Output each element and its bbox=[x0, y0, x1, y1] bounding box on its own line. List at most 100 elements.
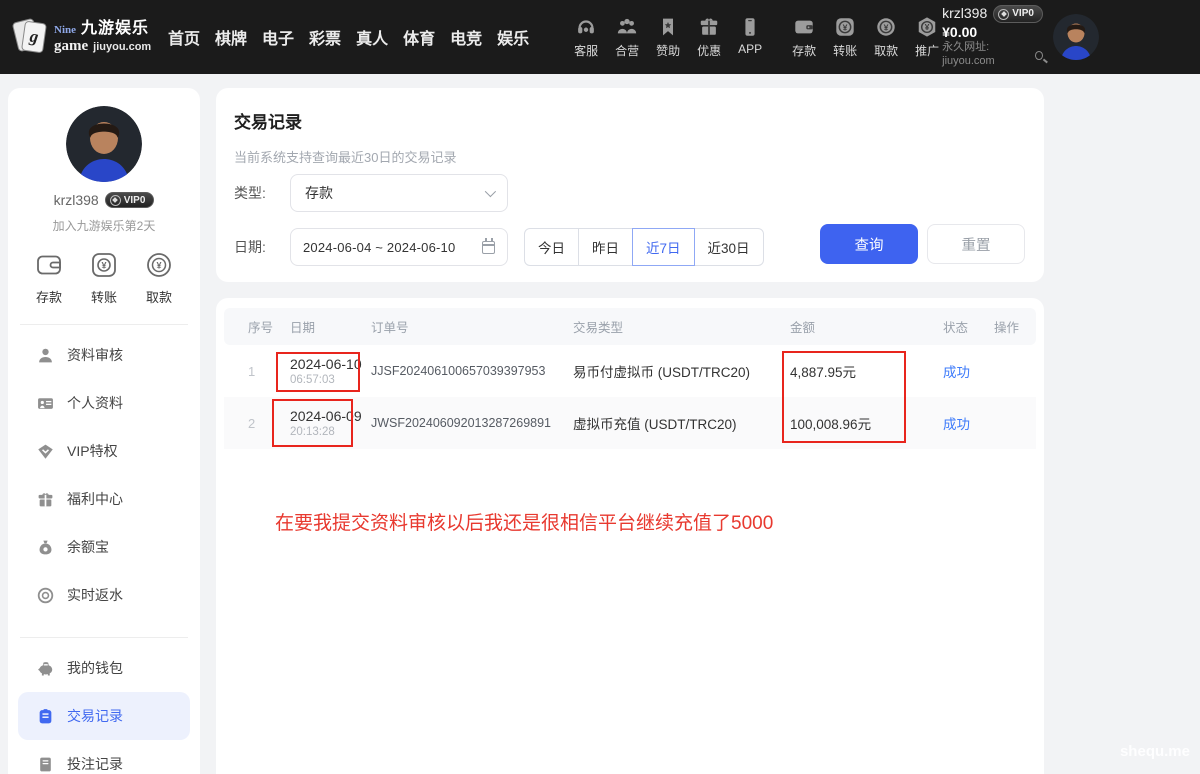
app-download-button[interactable]: APP bbox=[735, 15, 765, 59]
nav-item-slots[interactable]: 电子 bbox=[262, 25, 294, 49]
watermark: shequ.me bbox=[1120, 743, 1190, 760]
range-today-button[interactable]: 今日 bbox=[524, 228, 579, 266]
sidebar-item-yuebao[interactable]: 余额宝 bbox=[18, 523, 190, 571]
phone-icon bbox=[738, 15, 762, 39]
profile-avatar[interactable] bbox=[66, 106, 142, 182]
withdraw-icon: ¥ bbox=[144, 250, 174, 280]
table-header-row: 序号 日期 订单号 交易类型 金额 状态 操作 bbox=[224, 308, 1036, 345]
header-wallet-icons: 存款 ¥ 转账 ¥ 取款 ¥ 推广 bbox=[789, 15, 942, 59]
vip-diamond-icon bbox=[36, 442, 54, 460]
quick-transfer-button[interactable]: ¥ 转账 bbox=[89, 250, 119, 306]
sidebar-item-transaction-records[interactable]: 交易记录 bbox=[18, 692, 190, 740]
sidebar-item-realtime-rebate[interactable]: 实时返水 bbox=[18, 571, 190, 619]
nav-item-lottery[interactable]: 彩票 bbox=[309, 25, 341, 49]
wallet-icon bbox=[792, 15, 816, 39]
red-annotation-text: 在要我提交资料审核以后我还是很相信平台继续充值了5000 bbox=[275, 508, 773, 535]
deposit-button[interactable]: 存款 bbox=[789, 15, 819, 59]
divider bbox=[20, 637, 188, 638]
rebate-target-icon bbox=[36, 586, 54, 604]
sidebar-item-my-wallet[interactable]: 我的钱包 bbox=[18, 644, 190, 692]
headset-icon bbox=[574, 15, 598, 39]
header-avatar[interactable] bbox=[1053, 14, 1099, 60]
sidebar-item-welfare-center[interactable]: 福利中心 bbox=[18, 475, 190, 523]
permanent-url-text: 永久网址: jiuyou.com bbox=[942, 41, 1031, 69]
row-status: 成功 bbox=[943, 413, 994, 433]
query-button[interactable]: 查询 bbox=[820, 224, 918, 264]
page-subtitle: 当前系统支持查询最近30日的交易记录 bbox=[234, 147, 1026, 166]
username: krzl398 bbox=[942, 5, 987, 23]
nav-item-esports[interactable]: 电竞 bbox=[450, 25, 482, 49]
piggy-bank-icon bbox=[36, 659, 54, 677]
nav-item-home[interactable]: 首页 bbox=[168, 25, 200, 49]
row-order-no: JWSF202406092013287269891 bbox=[371, 416, 573, 430]
id-card-icon bbox=[36, 394, 54, 412]
deposit-wallet-icon bbox=[34, 250, 64, 280]
col-amount: 金额 bbox=[790, 317, 943, 336]
promotions-button[interactable]: 优惠 bbox=[694, 15, 724, 59]
partners-icon bbox=[615, 15, 639, 39]
logo-domain-text: jiuyou.com bbox=[93, 42, 151, 53]
withdraw-coin-icon: ¥ bbox=[874, 15, 898, 39]
svg-text:¥: ¥ bbox=[101, 260, 106, 270]
sidebar-item-vip-privileges[interactable]: VIP特权 bbox=[18, 427, 190, 475]
nav-item-sports[interactable]: 体育 bbox=[403, 25, 435, 49]
row-amount: 4,887.95元 bbox=[790, 361, 943, 381]
table-row: 1 2024-06-10 06:57:03 JJSF20240610065703… bbox=[224, 345, 1036, 397]
sidebar-item-profile-audit[interactable]: 资料审核 bbox=[18, 331, 190, 379]
vip-diamond-icon bbox=[110, 195, 121, 206]
welfare-gift-icon bbox=[36, 490, 54, 508]
customer-service-button[interactable]: 客服 bbox=[571, 15, 601, 59]
partners-button[interactable]: 合营 bbox=[612, 15, 642, 59]
withdraw-button[interactable]: ¥ 取款 bbox=[871, 15, 901, 59]
type-select-value: 存款 bbox=[305, 183, 333, 203]
promote-button[interactable]: ¥ 推广 bbox=[912, 15, 942, 59]
col-action: 操作 bbox=[994, 317, 1036, 336]
transfer-button[interactable]: ¥ 转账 bbox=[830, 15, 860, 59]
row-order-no: JJSF202406100657039397953 bbox=[371, 364, 573, 378]
logo-nine-text: Nine bbox=[54, 25, 76, 36]
type-select[interactable]: 存款 bbox=[290, 174, 508, 212]
svg-text:¥: ¥ bbox=[884, 22, 889, 32]
filter-card: 交易记录 当前系统支持查询最近30日的交易记录 类型: 存款 日期: 2024-… bbox=[216, 88, 1044, 282]
date-range-value: 2024-06-04 ~ 2024-06-10 bbox=[303, 240, 455, 255]
type-label: 类型: bbox=[234, 183, 272, 203]
transaction-note-icon bbox=[36, 707, 54, 725]
sidebar-item-personal-info[interactable]: 个人资料 bbox=[18, 379, 190, 427]
range-7days-button[interactable]: 近7日 bbox=[632, 228, 695, 266]
sidebar-item-bet-records[interactable]: 投注记录 bbox=[18, 740, 190, 774]
col-type: 交易类型 bbox=[573, 317, 790, 336]
logo-cn-text: 九游娱乐 bbox=[81, 21, 149, 37]
search-icon[interactable] bbox=[1035, 51, 1043, 60]
row-amount: 100,008.96元 bbox=[790, 413, 943, 433]
sponsor-bookmark-icon bbox=[656, 15, 680, 39]
site-logo[interactable]: g Nine 九游娱乐 game jiuyou.com bbox=[14, 18, 154, 56]
table-row: 2 2024-06-09 20:13:28 JWSF20240609201328… bbox=[224, 397, 1036, 449]
row-status: 成功 bbox=[943, 361, 994, 381]
col-no: 序号 bbox=[248, 317, 290, 336]
sidebar-quick-actions: 存款 ¥ 转账 ¥ 取款 bbox=[8, 250, 200, 306]
header-user-info[interactable]: krzl398 VIP0 ¥0.00 永久网址: jiuyou.com bbox=[942, 5, 1043, 69]
nav-item-entertainment[interactable]: 娱乐 bbox=[497, 25, 529, 49]
range-yesterday-button[interactable]: 昨日 bbox=[578, 228, 633, 266]
page-title: 交易记录 bbox=[234, 108, 1026, 133]
sidebar-menu-records: 我的钱包 交易记录 投注记录 bbox=[8, 644, 200, 774]
main-nav: 首页 棋牌 电子 彩票 真人 体育 电竞 娱乐 bbox=[168, 25, 529, 49]
sponsor-button[interactable]: 赞助 bbox=[653, 15, 683, 59]
nav-item-live[interactable]: 真人 bbox=[356, 25, 388, 49]
col-order: 订单号 bbox=[371, 317, 573, 336]
quick-withdraw-button[interactable]: ¥ 取款 bbox=[144, 250, 174, 306]
row-no: 2 bbox=[248, 416, 290, 431]
row-date: 2024-06-10 06:57:03 bbox=[290, 356, 371, 386]
svg-text:¥: ¥ bbox=[925, 23, 930, 32]
vip-badge: VIP0 bbox=[993, 5, 1043, 23]
top-header: g Nine 九游娱乐 game jiuyou.com 首页 棋牌 电子 彩票 … bbox=[0, 0, 1200, 74]
logo-cards-icon: g bbox=[14, 18, 48, 56]
reset-button[interactable]: 重置 bbox=[927, 224, 1025, 264]
nav-item-chess[interactable]: 棋牌 bbox=[215, 25, 247, 49]
transfer-coin-icon: ¥ bbox=[833, 15, 857, 39]
range-30days-button[interactable]: 近30日 bbox=[694, 228, 764, 266]
transfer-icon: ¥ bbox=[89, 250, 119, 280]
date-range-input[interactable]: 2024-06-04 ~ 2024-06-10 bbox=[290, 228, 508, 266]
bet-book-icon bbox=[36, 755, 54, 773]
quick-deposit-button[interactable]: 存款 bbox=[34, 250, 64, 306]
